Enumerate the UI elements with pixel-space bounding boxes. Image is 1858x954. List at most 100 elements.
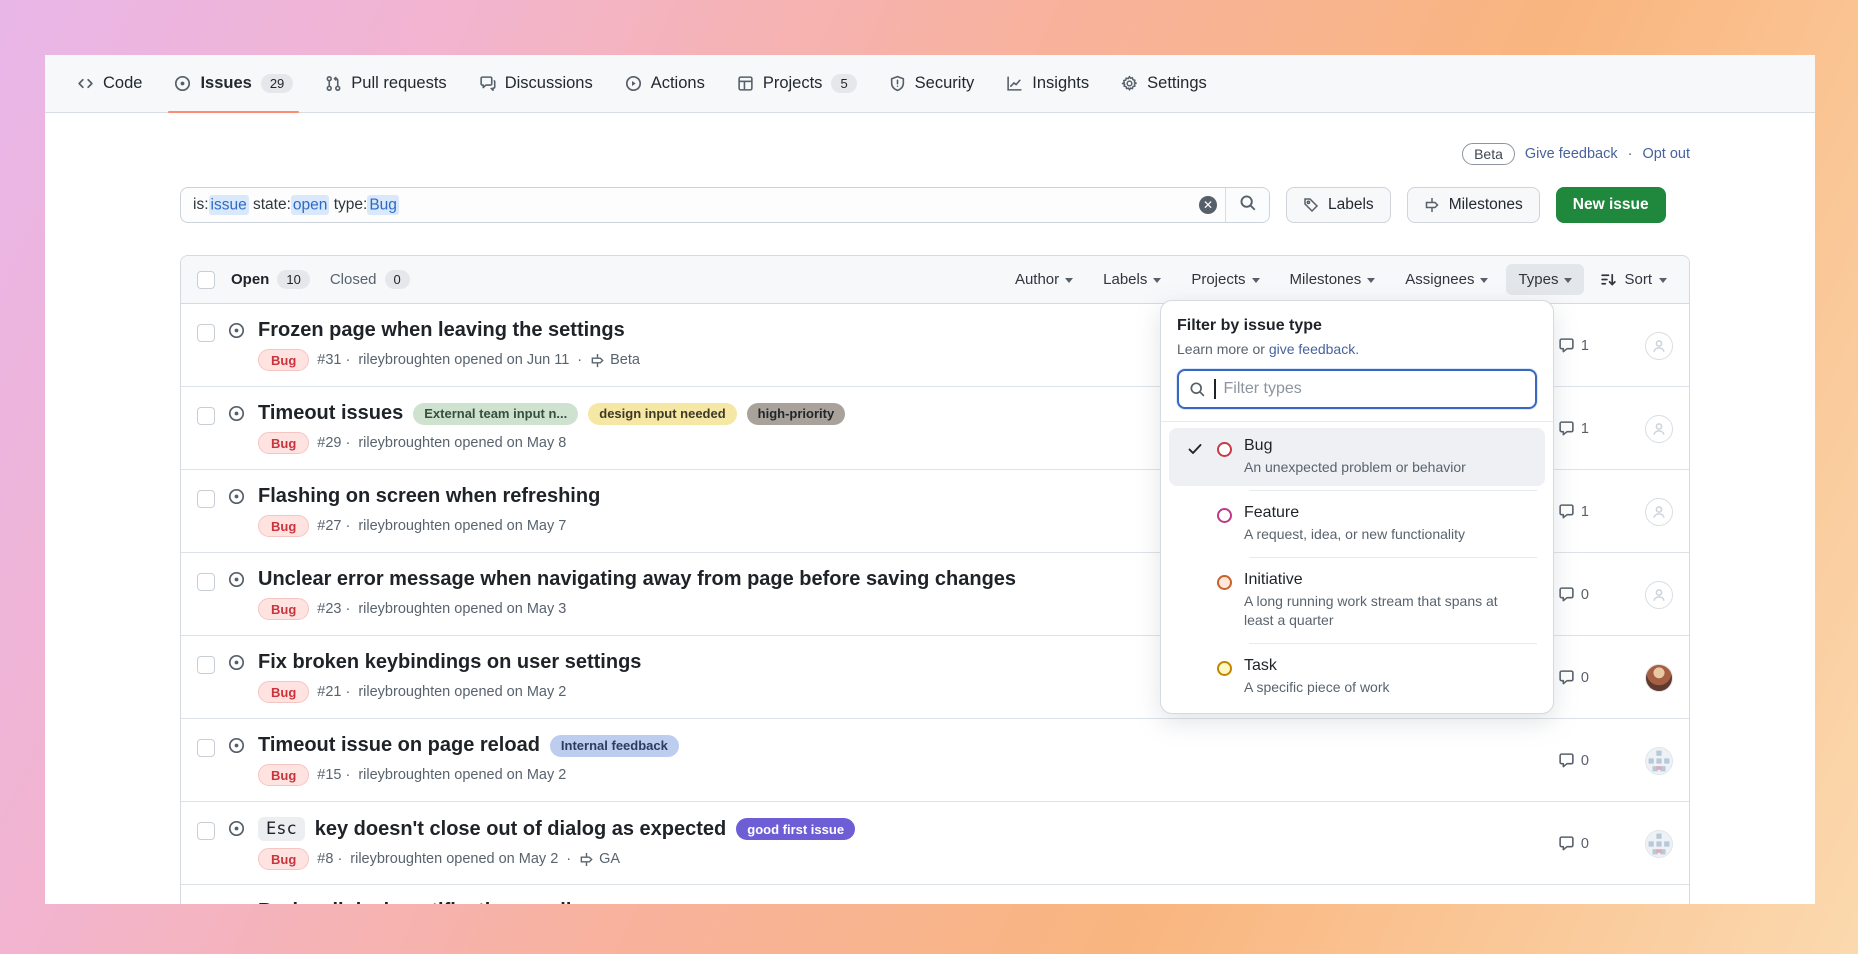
issue-type-pill[interactable]: Bug xyxy=(258,432,309,454)
nav-tab-label: Security xyxy=(915,74,975,93)
issue-checkbox[interactable] xyxy=(197,822,215,840)
select-all-checkbox[interactable] xyxy=(197,271,215,289)
type-color-ring-icon xyxy=(1217,575,1232,590)
beta-separator: · xyxy=(1628,146,1633,162)
issue-checkbox[interactable] xyxy=(197,324,215,342)
type-option-bug[interactable]: BugAn unexpected problem or behavior xyxy=(1169,428,1545,486)
type-option-feature[interactable]: FeatureA request, idea, or new functiona… xyxy=(1169,495,1545,553)
filter-milestones[interactable]: Milestones xyxy=(1278,264,1388,295)
issue-checkbox[interactable] xyxy=(197,739,215,757)
nav-tab-discussions[interactable]: Discussions xyxy=(465,55,607,112)
milestone-name[interactable]: Beta xyxy=(610,352,640,368)
assignee-avatar-ghost[interactable] xyxy=(1645,581,1673,609)
nav-tab-issues[interactable]: Issues29 xyxy=(160,55,307,112)
issue-row-right: 0 xyxy=(1558,817,1673,884)
issue-type-pill[interactable]: Bug xyxy=(258,515,309,537)
comment-count[interactable]: 1 xyxy=(1558,503,1589,520)
milestone-name[interactable]: GA xyxy=(599,851,620,867)
nav-tab-insights[interactable]: Insights xyxy=(992,55,1103,112)
issue-title-link[interactable]: Timeout issues xyxy=(258,402,403,425)
milestones-button[interactable]: Milestones xyxy=(1407,187,1540,223)
issue-title-link[interactable]: Broken links in notification emails xyxy=(258,900,583,904)
comment-count[interactable]: 0 xyxy=(1558,669,1589,686)
issue-title-link[interactable]: key doesn't close out of dialog as expec… xyxy=(315,818,727,841)
filter-label: Labels xyxy=(1103,271,1147,288)
issue-title-link[interactable]: Flashing on screen when refreshing xyxy=(258,485,600,508)
type-option-initiative[interactable]: InitiativeA long running work stream tha… xyxy=(1169,562,1545,639)
assignee-avatar-identicon[interactable] xyxy=(1645,830,1673,858)
nav-tab-projects[interactable]: Projects5 xyxy=(723,55,871,112)
comment-count-value: 1 xyxy=(1581,421,1589,437)
opt-out-link[interactable]: Opt out xyxy=(1642,146,1690,162)
open-count-badge: 10 xyxy=(277,270,309,289)
nav-tab-actions[interactable]: Actions xyxy=(611,55,719,112)
issue-checkbox[interactable] xyxy=(197,407,215,425)
issue-type-pill[interactable]: Bug xyxy=(258,598,309,620)
comment-count[interactable]: 0 xyxy=(1558,835,1589,852)
nav-tab-settings[interactable]: Settings xyxy=(1107,55,1221,112)
issue-type-pill[interactable]: Bug xyxy=(258,764,309,786)
sort-button[interactable]: Sort xyxy=(1590,264,1673,295)
chevron-down-icon xyxy=(1065,278,1073,283)
issue-checkbox[interactable] xyxy=(197,573,215,591)
type-option-name: Bug xyxy=(1244,437,1466,455)
nav-tab-pull-requests[interactable]: Pull requests xyxy=(311,55,460,112)
comment-count[interactable]: 0 xyxy=(1558,752,1589,769)
closed-issues-tab[interactable]: Closed 0 xyxy=(330,270,410,289)
dropdown-subtitle-text: Learn more or xyxy=(1177,341,1269,357)
issue-label-high-priority[interactable]: high-priority xyxy=(747,403,846,425)
filter-labels[interactable]: Labels xyxy=(1091,264,1173,295)
open-issues-tab[interactable]: Open 10 xyxy=(231,270,310,289)
new-issue-button[interactable]: New issue xyxy=(1556,187,1666,223)
issue-title-link[interactable]: Timeout issue on page reload xyxy=(258,734,540,757)
issue-meta-line: Bug#15 ·rileybroughten opened on May 2 xyxy=(258,764,679,786)
assignee-avatar-ghost[interactable] xyxy=(1645,415,1673,443)
filter-label: Milestones xyxy=(1290,271,1362,288)
nav-tab-code[interactable]: Code xyxy=(63,55,156,112)
issue-title-link[interactable]: Unclear error message when navigating aw… xyxy=(258,568,1016,591)
issue-title-link[interactable]: Fix broken keybindings on user settings xyxy=(258,651,641,674)
comment-count[interactable]: 0 xyxy=(1558,586,1589,603)
filter-projects[interactable]: Projects xyxy=(1179,264,1271,295)
search-input[interactable]: is:issue state:open type:Bug ✕ xyxy=(180,187,1270,223)
issue-title-line: Timeout issue on page reload Internal fee… xyxy=(258,734,679,757)
issue-type-pill[interactable]: Bug xyxy=(258,349,309,371)
git-pull-request-icon xyxy=(325,75,342,92)
comment-count[interactable]: 1 xyxy=(1558,420,1589,437)
issue-type-pill[interactable]: Bug xyxy=(258,848,309,870)
filter-author[interactable]: Author xyxy=(1003,264,1085,295)
issue-title-link[interactable]: Frozen page when leaving the settings xyxy=(258,319,625,342)
dropdown-feedback-link[interactable]: give feedback. xyxy=(1269,341,1359,357)
beta-badge: Beta xyxy=(1462,143,1515,165)
nav-tab-security[interactable]: Security xyxy=(875,55,989,112)
type-option-texts: BugAn unexpected problem or behavior xyxy=(1244,437,1466,477)
comment-discussion-icon xyxy=(479,75,496,92)
issue-checkbox[interactable] xyxy=(197,490,215,508)
issue-label-external-team-input-n[interactable]: External team input n... xyxy=(413,403,578,425)
issue-type-pill[interactable]: Bug xyxy=(258,681,309,703)
filter-types-input[interactable]: Filter types xyxy=(1177,369,1537,409)
comment-count[interactable]: 1 xyxy=(1558,337,1589,354)
nav-tab-counter: 29 xyxy=(261,74,293,93)
issue-checkbox[interactable] xyxy=(197,656,215,674)
issue-meta-line: Bug#21 ·rileybroughten opened on May 2 xyxy=(258,681,641,703)
issue-number: #31 · xyxy=(317,352,350,368)
issue-author-action: rileybroughten opened on May 7 xyxy=(358,518,566,534)
assignee-avatar-identicon[interactable] xyxy=(1645,747,1673,775)
issue-main: Timeout issue on page reload Internal fee… xyxy=(258,734,679,801)
issue-label-good-first-issue[interactable]: good first issue xyxy=(736,818,855,840)
assignee-avatar-ghost[interactable] xyxy=(1645,498,1673,526)
issue-label-design-input-needed[interactable]: design input needed xyxy=(588,403,736,425)
comment-count-value: 0 xyxy=(1581,836,1589,852)
assignee-avatar-ghost[interactable] xyxy=(1645,332,1673,360)
labels-button[interactable]: Labels xyxy=(1286,187,1391,223)
type-option-task[interactable]: TaskA specific piece of work xyxy=(1169,648,1545,706)
filter-types[interactable]: Types xyxy=(1506,264,1584,295)
filter-assignees[interactable]: Assignees xyxy=(1393,264,1500,295)
give-feedback-link[interactable]: Give feedback xyxy=(1525,146,1618,162)
issue-label-internal-feedback[interactable]: Internal feedback xyxy=(550,735,679,757)
search-token-highlighted: issue xyxy=(209,195,249,215)
clear-search-button[interactable]: ✕ xyxy=(1191,196,1225,214)
assignee-avatar-photo[interactable] xyxy=(1645,664,1673,692)
search-submit-button[interactable] xyxy=(1225,188,1269,222)
